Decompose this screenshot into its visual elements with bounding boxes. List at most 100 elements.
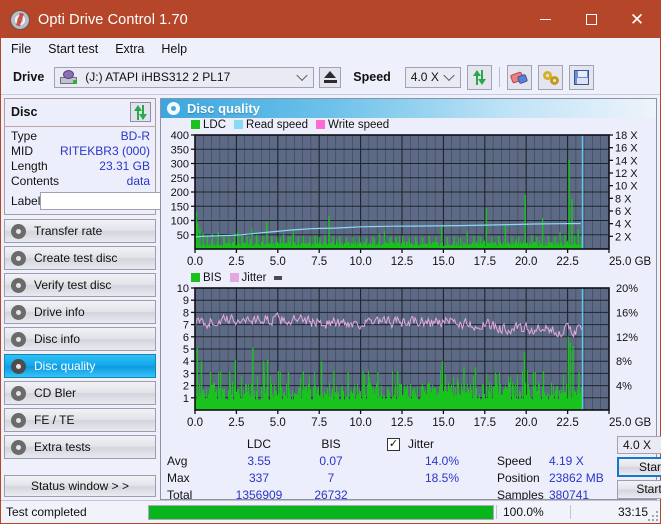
- legend-swatch-write-speed: [316, 120, 325, 129]
- svg-text:350: 350: [171, 144, 189, 156]
- svg-text:16%: 16%: [616, 307, 638, 319]
- sidebar-item-label: Create test disc: [34, 251, 117, 265]
- svg-text:300: 300: [171, 159, 189, 171]
- svg-text:18 X: 18 X: [615, 131, 638, 142]
- stats-avg-bis: 0.07: [295, 453, 367, 470]
- sidebar-item-drive-info[interactable]: Drive info: [4, 300, 156, 324]
- tools-button[interactable]: [538, 65, 563, 90]
- speed-select[interactable]: 4.0 X: [405, 67, 461, 88]
- status-window-button[interactable]: Status window > >: [4, 475, 156, 497]
- wrench-icon: [542, 70, 559, 85]
- speed-key: Speed: [497, 453, 549, 470]
- sidebar-item-disc-info[interactable]: Disc info: [4, 327, 156, 351]
- eject-button[interactable]: [319, 67, 341, 88]
- sidebar-item-create-test-disc[interactable]: Create test disc: [4, 246, 156, 270]
- disc-quality-panel: Disc quality LDC Read speed Write speed …: [160, 98, 657, 500]
- svg-text:0.0: 0.0: [187, 417, 203, 429]
- minimize-button[interactable]: [522, 1, 568, 38]
- sidebar-item-cd-bler[interactable]: CD Bler: [4, 381, 156, 405]
- svg-text:8%: 8%: [616, 356, 632, 368]
- maximize-button[interactable]: [568, 1, 614, 38]
- save-button[interactable]: [569, 65, 594, 90]
- svg-text:100: 100: [171, 216, 189, 228]
- sidebar-item-label: Drive info: [34, 305, 85, 319]
- legend-label-ldc: LDC: [203, 119, 226, 131]
- menu-item-start-test[interactable]: Start test: [48, 42, 98, 56]
- disc-icon: [11, 359, 26, 374]
- disc-refresh-button[interactable]: [130, 102, 151, 122]
- refresh-button[interactable]: [467, 65, 492, 90]
- sidebar-item-label: Disc quality: [34, 359, 95, 373]
- stats-row-key-avg: Avg: [167, 453, 223, 470]
- status-bar: Test completed 100.0% 33:15: [1, 500, 660, 523]
- position-key: Position: [497, 470, 549, 487]
- legend-swatch-bis: [191, 273, 200, 282]
- menu-bar: File Start test Extra Help: [1, 38, 660, 60]
- disc-row-length: Length 23.31 GB: [11, 159, 150, 174]
- disc-icon: [11, 251, 26, 266]
- disc-type-value: BD-R: [121, 129, 150, 144]
- disc-row-contents: Contents data: [11, 174, 150, 189]
- legend-label-jitter: Jitter: [242, 272, 267, 284]
- resize-grip[interactable]: [648, 511, 658, 521]
- jitter-checkbox[interactable]: ✓: [387, 438, 400, 451]
- jitter-label: Jitter: [408, 436, 434, 453]
- title-bar: Opti Drive Control 1.70 ✕: [1, 1, 660, 38]
- svg-text:5.0: 5.0: [270, 256, 286, 268]
- close-button[interactable]: ✕: [614, 1, 660, 38]
- sidebar-item-fe-te[interactable]: FE / TE: [4, 408, 156, 432]
- sidebar-item-label: CD Bler: [34, 386, 76, 400]
- test-speed-select[interactable]: 4.0 X: [617, 436, 661, 454]
- position-row: Position 23862 MB: [497, 470, 617, 487]
- svg-text:10 X: 10 X: [615, 181, 638, 193]
- sidebar-item-disc-quality[interactable]: Disc quality: [4, 354, 156, 378]
- svg-text:12.5: 12.5: [391, 417, 413, 429]
- app-window: Opti Drive Control 1.70 ✕ File Start tes…: [0, 0, 661, 524]
- svg-text:4: 4: [183, 356, 189, 368]
- toolbar-divider: [499, 67, 500, 87]
- menu-item-extra[interactable]: Extra: [115, 42, 144, 56]
- svg-text:4 X: 4 X: [615, 219, 632, 231]
- svg-text:15.0: 15.0: [432, 256, 454, 268]
- svg-text:3: 3: [183, 368, 189, 380]
- drive-select[interactable]: (J:) ATAPI iHBS312 2 PL17: [54, 67, 314, 88]
- disc-row-type: Type BD-R: [11, 129, 150, 144]
- menu-item-help[interactable]: Help: [161, 42, 187, 56]
- svg-text:2 X: 2 X: [615, 231, 632, 243]
- stats-max-bis: 7: [295, 470, 367, 487]
- start-full-button[interactable]: Start full: [617, 457, 661, 476]
- disc-label-key: Label: [11, 194, 40, 208]
- svg-text:6 X: 6 X: [615, 206, 632, 218]
- refresh-icon: [133, 105, 148, 120]
- svg-text:2: 2: [183, 381, 189, 393]
- svg-text:8 X: 8 X: [615, 193, 632, 205]
- sidebar-item-verify-test-disc[interactable]: Verify test disc: [4, 273, 156, 297]
- bis-chart-legend: BIS Jitter: [161, 271, 656, 284]
- svg-text:150: 150: [171, 201, 189, 213]
- elapsed-time: 33:15: [570, 505, 660, 519]
- svg-text:25.0 GB: 25.0 GB: [609, 256, 652, 268]
- sidebar-item-transfer-rate[interactable]: Transfer rate: [4, 219, 156, 243]
- stats-row-key-max: Max: [167, 470, 223, 487]
- svg-text:10.0: 10.0: [349, 256, 371, 268]
- menu-item-file[interactable]: File: [11, 42, 31, 56]
- disc-icon: [11, 278, 26, 293]
- svg-text:4%: 4%: [616, 381, 632, 393]
- svg-text:400: 400: [171, 131, 189, 142]
- sidebar-item-label: Transfer rate: [34, 224, 102, 238]
- svg-text:250: 250: [171, 173, 189, 185]
- svg-text:12.5: 12.5: [391, 256, 413, 268]
- start-part-button[interactable]: Start part: [617, 480, 661, 499]
- svg-text:12 X: 12 X: [615, 168, 638, 180]
- close-icon: ✕: [630, 11, 644, 28]
- svg-text:25.0 GB: 25.0 GB: [609, 417, 652, 429]
- panel-title: Disc quality: [187, 101, 260, 116]
- disc-info-panel: Disc Type BD-R MID RITEKBR3 (000): [4, 98, 156, 215]
- charts-container: LDC Read speed Write speed 5010015020025…: [161, 118, 656, 432]
- erase-button[interactable]: [507, 65, 532, 90]
- svg-text:15.0: 15.0: [432, 417, 454, 429]
- sidebar-item-extra-tests[interactable]: Extra tests: [4, 435, 156, 459]
- action-buttons: 4.0 X Start full Start part: [617, 436, 661, 499]
- svg-text:12%: 12%: [616, 332, 638, 344]
- legend-marker-icon: [274, 276, 282, 280]
